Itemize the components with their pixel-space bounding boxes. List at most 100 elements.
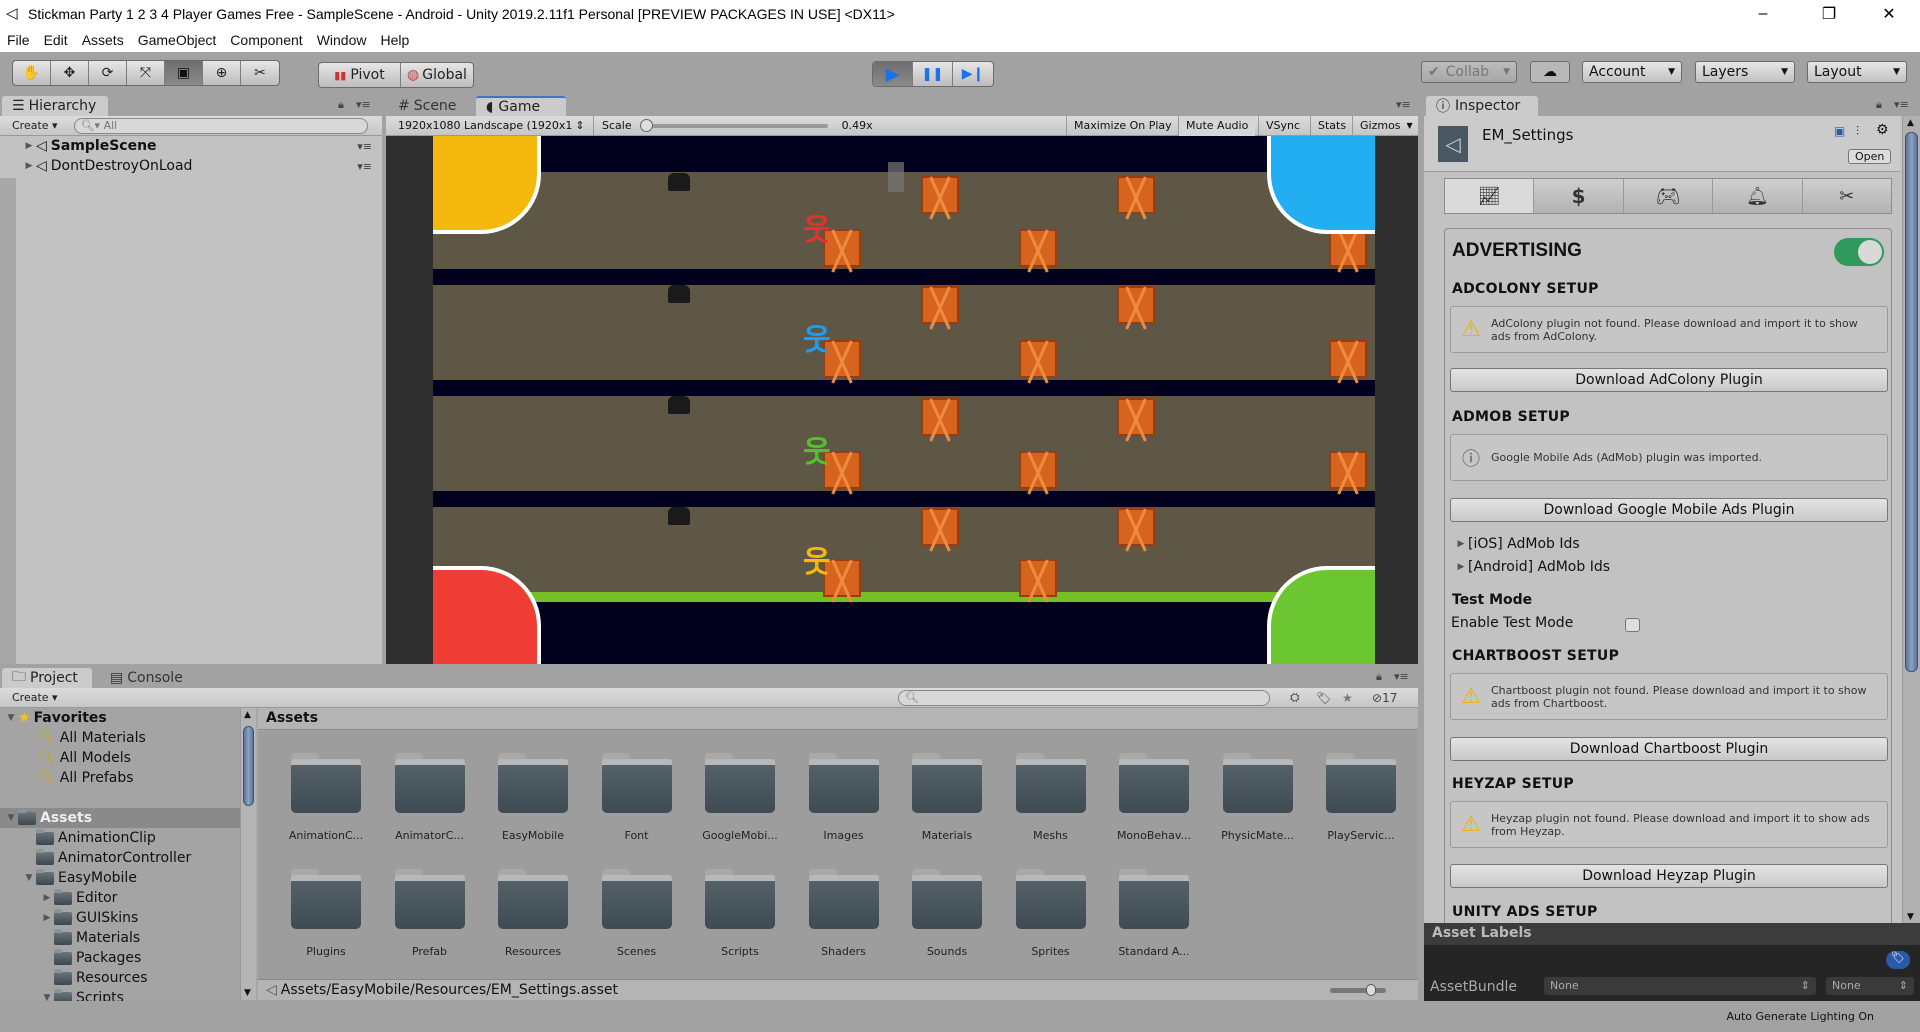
- asset-folder[interactable]: MonoBehav...: [1102, 751, 1206, 842]
- hierarchy-search-input[interactable]: 🔍︎▾ All: [73, 117, 368, 134]
- module-tab-notifications[interactable]: 🔔︎: [1713, 179, 1803, 213]
- asset-folder[interactable]: Meshs: [999, 751, 1103, 842]
- tree-item[interactable]: ▼ EasyMobile: [22, 868, 137, 888]
- player-green-button[interactable]: [1267, 566, 1375, 664]
- menu-edit[interactable]: Edit: [37, 32, 75, 48]
- scroll-down-icon[interactable]: ▼: [244, 988, 251, 998]
- panel-menu-icon[interactable]: ▾≡: [1894, 98, 1909, 111]
- tab-console[interactable]: ▤ Console: [100, 668, 190, 688]
- maximize-on-play-toggle[interactable]: Maximize On Play: [1066, 115, 1179, 136]
- project-search-input[interactable]: 🔍︎: [898, 689, 1270, 706]
- menu-assets[interactable]: Assets: [75, 32, 131, 48]
- item-menu-icon[interactable]: ▾≡: [357, 140, 372, 153]
- download-adcolony-button[interactable]: Download AdColony Plugin: [1450, 368, 1888, 392]
- vsync-toggle[interactable]: VSync: [1258, 115, 1307, 136]
- account-dropdown[interactable]: Account ▼: [1582, 61, 1682, 83]
- hidden-packages-toggle[interactable]: ⊘ 17: [1372, 691, 1397, 705]
- inspector-scrollbar[interactable]: ▲ ▼: [1902, 116, 1920, 926]
- asset-folder[interactable]: Standard A...: [1102, 867, 1206, 958]
- expand-arrow-icon[interactable]: ▶: [22, 141, 36, 151]
- pause-button[interactable]: ❚❚: [913, 62, 953, 86]
- scroll-thumb[interactable]: [1905, 132, 1918, 672]
- menu-window[interactable]: Window: [310, 32, 374, 48]
- lock-icon[interactable]: 🔒︎: [1376, 670, 1382, 684]
- asset-labels-header[interactable]: Asset Labels: [1424, 923, 1920, 945]
- game-render[interactable]: 웃 웃 웃 웃: [433, 136, 1375, 664]
- game-viewport[interactable]: 웃 웃 웃 웃: [386, 136, 1418, 664]
- menu-help[interactable]: Help: [373, 32, 416, 48]
- scale-slider[interactable]: [639, 118, 828, 132]
- project-create-button[interactable]: Create ▾: [12, 691, 58, 704]
- expand-arrow-icon[interactable]: ▶: [40, 913, 54, 923]
- icon-size-thumb[interactable]: [1366, 984, 1376, 996]
- menu-component[interactable]: Component: [223, 32, 309, 48]
- layout-dropdown[interactable]: Layout ▼: [1807, 61, 1907, 83]
- module-tab-analytics[interactable]: 📈︎: [1445, 179, 1535, 213]
- layers-dropdown[interactable]: Layers ▼: [1695, 61, 1795, 83]
- asset-folder[interactable]: PlayServic...: [1309, 751, 1413, 842]
- asset-folder[interactable]: Font: [585, 751, 689, 842]
- download-chartboost-button[interactable]: Download Chartboost Plugin: [1450, 737, 1888, 761]
- scroll-up-icon[interactable]: ▲: [1907, 118, 1914, 128]
- ios-admob-ids-foldout[interactable]: ▶ [iOS] AdMob Ids: [1454, 536, 1580, 552]
- asset-folder[interactable]: PhysicMate...: [1206, 751, 1310, 842]
- tree-item[interactable]: AnimationClip: [22, 828, 156, 848]
- tree-item[interactable]: ▶ GUISkins: [40, 908, 138, 928]
- minimize-button[interactable]: –: [1740, 0, 1786, 28]
- hierarchy-item[interactable]: ▶ ◁ DontDestroyOnLoad ▾≡: [0, 156, 382, 176]
- tree-item[interactable]: Packages: [40, 948, 141, 968]
- asset-folder[interactable]: Plugins: [274, 867, 378, 958]
- favorite-item[interactable]: 🔍︎ All Prefabs: [38, 768, 134, 788]
- favorite-star-icon[interactable]: ★: [1342, 691, 1353, 705]
- asset-folder[interactable]: Shaders: [792, 867, 896, 958]
- expand-arrow-icon[interactable]: ▶: [40, 893, 54, 903]
- stats-toggle[interactable]: Stats: [1310, 115, 1353, 136]
- expand-arrow-icon[interactable]: ▼: [4, 813, 18, 823]
- scroll-up-icon[interactable]: ▲: [244, 710, 251, 720]
- menu-gameobject[interactable]: GameObject: [131, 32, 224, 48]
- hierarchy-create-button[interactable]: Create ▾: [12, 119, 58, 132]
- mute-audio-toggle[interactable]: Mute Audio: [1178, 115, 1256, 136]
- panel-menu-icon[interactable]: ▾≡: [1394, 670, 1409, 683]
- open-button[interactable]: Open: [1848, 149, 1892, 164]
- move-tool-button[interactable]: ✥: [51, 61, 89, 85]
- breadcrumb-assets[interactable]: Assets: [266, 710, 318, 726]
- resolution-dropdown[interactable]: 1920x1080 Landscape (1920x1 ⇕: [398, 115, 594, 136]
- tree-scrollbar[interactable]: ▲ ▼: [240, 708, 256, 1000]
- gear-icon[interactable]: ⚙: [1876, 122, 1889, 138]
- expand-arrow-icon[interactable]: ▶: [22, 161, 36, 171]
- rotate-tool-button[interactable]: ⟳: [89, 61, 127, 85]
- asset-folder[interactable]: Prefab: [378, 867, 482, 958]
- panel-menu-icon[interactable]: ▾≡: [356, 98, 371, 111]
- download-heyzap-button[interactable]: Download Heyzap Plugin: [1450, 864, 1888, 888]
- module-tab-monetization[interactable]: $: [1534, 179, 1624, 213]
- scroll-thumb[interactable]: [243, 726, 254, 806]
- panel-menu-icon[interactable]: ▾≡: [1396, 98, 1411, 111]
- player-red-button[interactable]: [433, 566, 541, 664]
- hand-tool-button[interactable]: ✋: [13, 61, 51, 85]
- icon-size-slider[interactable]: [1330, 984, 1386, 996]
- assetbundle-dropdown[interactable]: None ⇕: [1544, 977, 1816, 995]
- help-book-icon[interactable]: ▣: [1834, 124, 1845, 138]
- preset-icon[interactable]: ⫶: [1856, 124, 1859, 139]
- scroll-down-icon[interactable]: ▼: [1907, 912, 1914, 922]
- player-yellow-button[interactable]: [433, 136, 541, 234]
- maximize-button[interactable]: ❐: [1806, 0, 1852, 28]
- asset-folder[interactable]: GoogleMobi...: [688, 751, 792, 842]
- menu-file[interactable]: File: [0, 32, 37, 48]
- filter-label-icon[interactable]: 🏷︎: [1316, 691, 1331, 705]
- collab-dropdown[interactable]: ✔ Collab ▼: [1421, 61, 1517, 83]
- advertising-toggle[interactable]: [1834, 238, 1884, 266]
- tab-game[interactable]: ◖ Game: [476, 96, 566, 116]
- global-button[interactable]: ◍ Global: [401, 63, 473, 87]
- cloud-button[interactable]: ☁: [1530, 61, 1570, 83]
- label-tag-icon[interactable]: 🏷︎: [1886, 951, 1910, 969]
- assetbundle-variant-dropdown[interactable]: None ⇕: [1826, 977, 1914, 995]
- asset-folder[interactable]: AnimatorC...: [378, 751, 482, 842]
- transform-tool-button[interactable]: ⊕: [203, 61, 241, 85]
- download-admob-button[interactable]: Download Google Mobile Ads Plugin: [1450, 498, 1888, 522]
- tab-scene[interactable]: # Scene: [388, 96, 472, 116]
- asset-folder[interactable]: Scenes: [585, 867, 689, 958]
- favorites-node[interactable]: ▼ ★ Favorites: [4, 708, 107, 728]
- close-button[interactable]: ✕: [1866, 0, 1912, 28]
